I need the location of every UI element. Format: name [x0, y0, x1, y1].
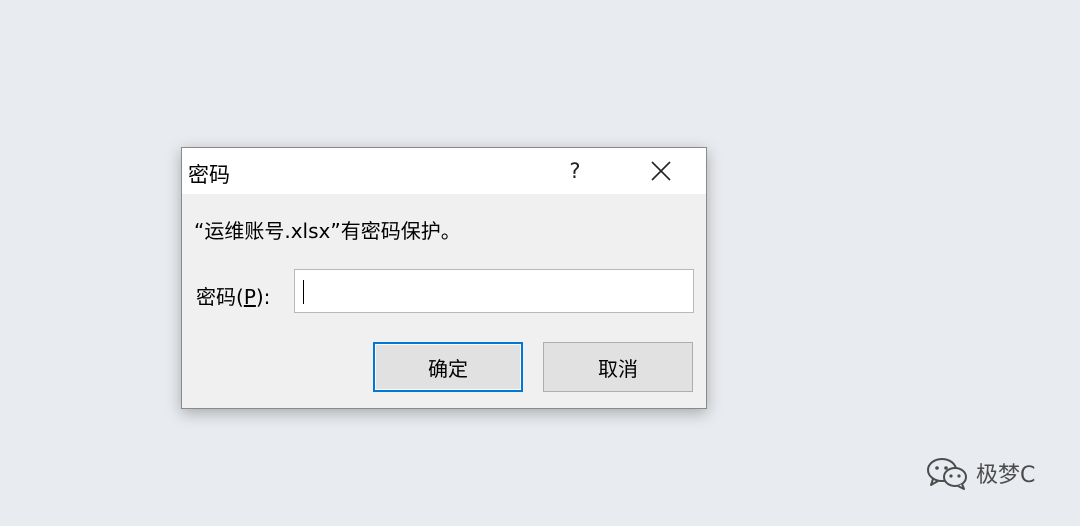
- wechat-icon: [927, 458, 967, 490]
- close-button[interactable]: [634, 148, 688, 194]
- close-icon: [651, 161, 671, 181]
- text-caret: [303, 280, 304, 304]
- password-label-suffix: ):: [255, 285, 271, 309]
- ok-button[interactable]: 确定: [373, 342, 523, 392]
- protection-message: “运维账号.xlsx”有密码保护。: [194, 219, 461, 243]
- dialog-title: 密码: [188, 163, 230, 187]
- watermark: 极梦C: [926, 456, 1035, 490]
- password-dialog: 密码 ? “运维账号.xlsx”有密码保护。 密码(P): 确定 取消: [181, 147, 707, 409]
- password-label: 密码(P):: [196, 281, 270, 310]
- watermark-text: 极梦C: [976, 463, 1036, 488]
- password-label-prefix: 密码(: [196, 285, 244, 309]
- title-bar: 密码 ?: [182, 148, 706, 194]
- help-button[interactable]: ?: [550, 148, 600, 194]
- help-icon: ?: [569, 159, 581, 183]
- password-input[interactable]: [294, 269, 694, 313]
- cancel-button[interactable]: 取消: [543, 342, 693, 392]
- desktop: 密码 ? “运维账号.xlsx”有密码保护。 密码(P): 确定 取消 极梦C: [0, 0, 1080, 526]
- password-label-accesskey: P: [243, 285, 256, 309]
